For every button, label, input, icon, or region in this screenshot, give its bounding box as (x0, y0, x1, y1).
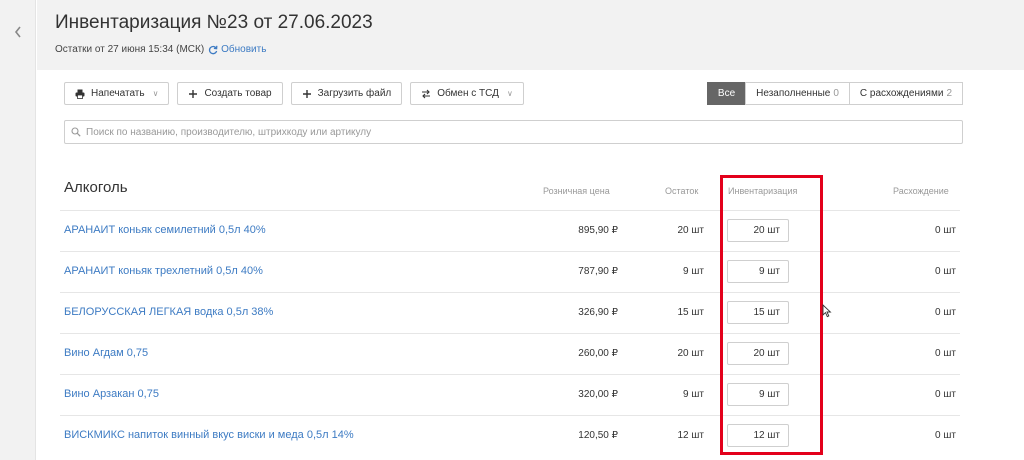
discrepancy-qty: 0 шт (935, 266, 956, 277)
chevron-left-icon (14, 26, 21, 38)
inventory-qty-input[interactable] (727, 342, 789, 365)
filter-segments: Все Незаполненные 0 С расхождениями 2 (706, 82, 963, 105)
tsd-exchange-button[interactable]: Обмен с ТСД ∨ (410, 82, 524, 105)
table-row: ВИСКМИКС напиток винный вкус виски и мед… (60, 415, 960, 456)
product-name-link[interactable]: ВИСКМИКС напиток винный вкус виски и мед… (64, 429, 354, 441)
printer-icon (75, 89, 85, 99)
inventory-qty-input[interactable] (727, 383, 789, 406)
stock-timestamp: Остатки от 27 июня 15:34 (МСК) Обновить (55, 44, 266, 55)
filter-all-label: Все (717, 88, 736, 99)
filter-discrepancy[interactable]: С расхождениями 2 (848, 82, 963, 105)
inventory-qty-input[interactable] (727, 424, 789, 447)
column-header-price: Розничная цена (543, 186, 610, 196)
retail-price: 120,50 ₽ (578, 430, 618, 441)
table-row: Вино Агдам 0,75 260,00 ₽ 20 шт 0 шт (60, 333, 960, 374)
retail-price: 320,00 ₽ (578, 389, 618, 400)
page-header: Инвентаризация №23 от 27.06.2023 Остатки… (37, 0, 1024, 70)
table-row: АРАНАИТ коньяк семилетний 0,5л 40% 895,9… (60, 210, 960, 251)
filter-unfilled-label: Незаполненные (756, 88, 831, 99)
retail-price: 787,90 ₽ (578, 266, 618, 277)
stock-qty: 9 шт (683, 389, 704, 400)
filter-unfilled[interactable]: Незаполненные 0 (745, 82, 850, 105)
column-header-inventory: Инвентаризация (728, 186, 798, 196)
toolbar: Напечатать ∨ Создать товар Загрузить фай… (64, 82, 524, 105)
print-button[interactable]: Напечатать ∨ (64, 82, 170, 105)
discrepancy-qty: 0 шт (935, 348, 956, 359)
print-label: Напечатать (91, 88, 145, 99)
create-product-button[interactable]: Создать товар (177, 82, 283, 105)
search-input[interactable] (86, 126, 946, 138)
filter-unfilled-count: 0 (833, 88, 839, 99)
back-button[interactable] (8, 22, 28, 42)
stock-qty: 15 шт (677, 307, 704, 318)
plus-icon (302, 89, 311, 98)
filter-all[interactable]: Все (706, 82, 747, 105)
product-name-link[interactable]: АРАНАИТ коньяк трехлетний 0,5л 40% (64, 265, 263, 277)
upload-file-label: Загрузить файл (317, 88, 392, 99)
inventory-qty-input[interactable] (727, 260, 789, 283)
tsd-exchange-label: Обмен с ТСД (437, 88, 499, 99)
search-box (64, 120, 963, 144)
refresh-link[interactable]: Обновить (208, 44, 266, 55)
section-title: Алкоголь (64, 179, 128, 196)
discrepancy-qty: 0 шт (935, 430, 956, 441)
table-row: АРАНАИТ коньяк трехлетний 0,5л 40% 787,9… (60, 251, 960, 292)
retail-price: 260,00 ₽ (578, 348, 618, 359)
product-name-link[interactable]: Вино Арзакан 0,75 (64, 388, 159, 400)
upload-file-button[interactable]: Загрузить файл (290, 82, 403, 105)
discrepancy-qty: 0 шт (935, 225, 956, 236)
search-icon (71, 127, 81, 137)
filter-discrepancy-label: С расхождениями (859, 88, 944, 99)
stock-qty: 20 шт (677, 225, 704, 236)
table-row: Вино Арзакан 0,75 320,00 ₽ 9 шт 0 шт (60, 374, 960, 415)
inventory-qty-input[interactable] (727, 301, 789, 324)
back-strip (0, 0, 36, 460)
product-name-link[interactable]: Вино Агдам 0,75 (64, 347, 148, 359)
filter-discrepancy-count: 2 (946, 88, 952, 99)
discrepancy-qty: 0 шт (935, 389, 956, 400)
swap-icon (422, 89, 431, 98)
chevron-down-icon: ∨ (152, 89, 159, 98)
column-header-diff: Расхождение (893, 186, 949, 196)
refresh-icon (209, 45, 218, 54)
retail-price: 326,90 ₽ (578, 307, 618, 318)
stock-qty: 20 шт (677, 348, 704, 359)
stock-qty: 12 шт (677, 430, 704, 441)
page-title: Инвентаризация №23 от 27.06.2023 (55, 12, 373, 33)
inventory-qty-input[interactable] (727, 219, 789, 242)
product-name-link[interactable]: АРАНАИТ коньяк семилетний 0,5л 40% (64, 224, 266, 236)
mouse-cursor-icon (822, 304, 832, 318)
create-product-label: Создать товар (204, 88, 272, 99)
stock-qty: 9 шт (683, 266, 704, 277)
product-name-link[interactable]: БЕЛОРУССКАЯ ЛЕГКАЯ водка 0,5л 38% (64, 306, 273, 318)
retail-price: 895,90 ₽ (578, 225, 618, 236)
refresh-label: Обновить (221, 44, 267, 55)
stock-timestamp-text: Остатки от 27 июня 15:34 (МСК) (55, 44, 205, 55)
discrepancy-qty: 0 шт (935, 307, 956, 318)
plus-icon (189, 89, 198, 98)
chevron-down-icon: ∨ (506, 89, 513, 98)
column-header-stock: Остаток (665, 186, 699, 196)
